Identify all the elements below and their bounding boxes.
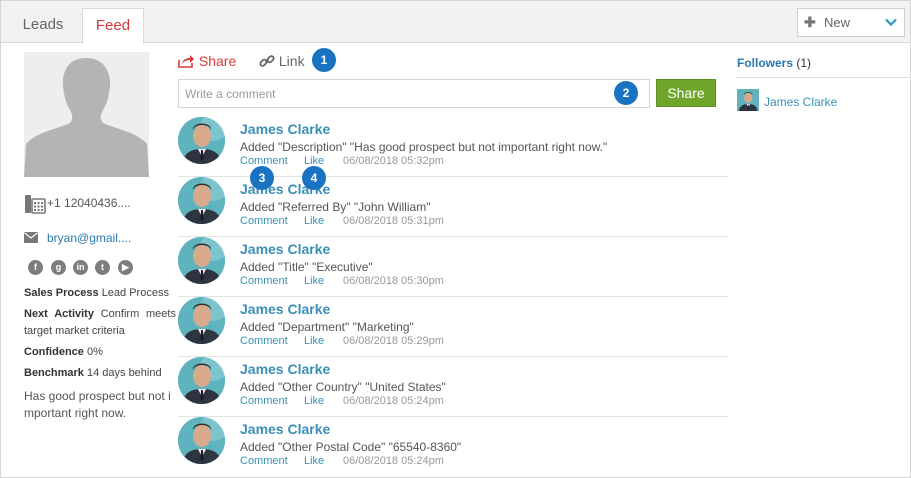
email-link[interactable]: bryan@gmail.... [47,231,131,245]
feed-timestamp: 06/08/2018 05:31pm [343,215,444,227]
new-button-label: New [824,15,851,30]
feed-activity-text: Added "Other Country" "United States" [240,380,446,394]
comment-link[interactable]: Comment [240,275,288,287]
phone-fax-icon [25,195,46,214]
like-link[interactable]: Like [304,455,324,467]
feed-item: James Clarke Added "Other Postal Code" "6… [178,417,728,477]
tab-leads[interactable]: Leads [9,8,77,44]
feed-avatar[interactable] [178,177,225,224]
callout-badge-4: 4 [302,166,326,190]
followers-header: Followers (1) [737,56,811,70]
feed-timestamp: 06/08/2018 05:24pm [343,395,444,407]
feed-item: James Clarke Added "Department" "Marketin… [178,297,728,357]
lead-description: Has good prospect but not important righ… [24,389,171,420]
link-tab-label: Link [278,53,305,69]
feed-avatar[interactable] [178,117,225,164]
google-plus-icon[interactable]: g [51,260,66,275]
callout-badge-1: 1 [312,48,336,72]
lead-details: Sales Process Lead Process Next Activity… [24,284,176,422]
share-tab-label: Share [198,53,237,69]
followers-title: Followers [737,56,794,70]
next-activity: Next Activity Confirm meets target marke… [24,308,176,337]
followers-count: (1) [796,56,812,70]
feed-author-name[interactable]: James Clarke [240,361,330,377]
tab-feed[interactable]: Feed [82,8,144,44]
benchmark: Benchmark 14 days behind [24,367,162,379]
tab-bar: Leads Feed ✚ New [1,1,910,44]
feed-timestamp: 06/08/2018 05:29pm [343,335,444,347]
link-tab[interactable]: Link [259,53,305,69]
feed-item: James Clarke Added "Other Country" "Unite… [178,357,728,417]
feed-activity-text: Added "Other Postal Code" "65540-8360" [240,440,462,454]
feed-avatar[interactable] [178,297,225,344]
feed-timestamp: 06/08/2018 05:32pm [343,155,444,167]
like-link[interactable]: Like [304,335,324,347]
phone-number: +1 12040436.... [47,196,131,210]
feed-author-name[interactable]: James Clarke [240,121,330,137]
chevron-down-icon [885,18,897,27]
plus-icon: ✚ [804,14,816,30]
new-button[interactable]: ✚ New [797,8,905,37]
like-link[interactable]: Like [304,395,324,407]
feed-item: James Clarke Added "Title" "Executive" Com… [178,237,728,297]
sales-process: Sales Process Lead Process [24,287,169,299]
share-tab[interactable]: Share [178,53,236,69]
follower-avatar [737,89,759,111]
feed-activity-text: Added "Description" "Has good prospect b… [240,140,608,154]
feed-avatar[interactable] [178,237,225,284]
feed-activity-text: Added "Department" "Marketing" [240,320,414,334]
linkedin-icon[interactable]: in [73,260,88,275]
feed-author-name[interactable]: James Clarke [240,241,330,257]
share-button[interactable]: Share [656,79,716,107]
like-link[interactable]: Like [304,215,324,227]
comment-input[interactable] [178,79,650,108]
comment-link[interactable]: Comment [240,215,288,227]
callout-badge-3: 3 [250,166,274,190]
feed-activity-text: Added "Title" "Executive" [240,260,373,274]
confidence: Confidence 0% [24,346,103,358]
twitter-icon[interactable]: t [95,260,110,275]
comment-link[interactable]: Comment [240,335,288,347]
feed-author-name[interactable]: James Clarke [240,301,330,317]
comment-link[interactable]: Comment [240,455,288,467]
youtube-icon[interactable]: ▶ [118,260,133,275]
link-icon [259,55,275,67]
feed-timestamp: 06/08/2018 05:30pm [343,275,444,287]
comment-link[interactable]: Comment [240,395,288,407]
profile-avatar-placeholder [24,52,149,177]
facebook-icon[interactable]: f [28,260,43,275]
feed-author-name[interactable]: James Clarke [240,421,330,437]
divider [736,77,910,78]
envelope-icon [24,232,38,243]
follower-name: James Clarke [764,95,838,109]
callout-badge-2: 2 [614,81,638,105]
feed-avatar[interactable] [178,417,225,464]
feed-avatar[interactable] [178,357,225,404]
feed-timestamp: 06/08/2018 05:24pm [343,455,444,467]
share-icon [178,55,194,68]
feed-activity-text: Added "Referred By" "John William" [240,200,431,214]
like-link[interactable]: Like [304,275,324,287]
